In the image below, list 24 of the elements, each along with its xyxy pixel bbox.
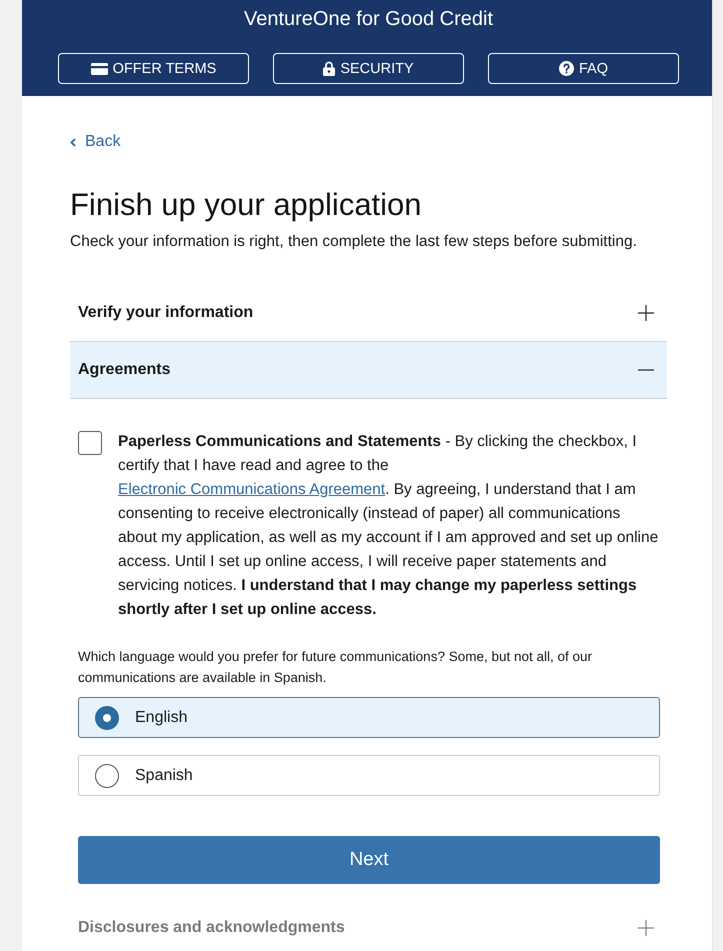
help-icon <box>558 61 574 76</box>
nav-button[interactable]: OFFER TERMS <box>58 53 249 84</box>
radio-button[interactable] <box>95 706 119 730</box>
language-option[interactable]: English <box>78 697 660 738</box>
consent-text: Paperless Communications and Statements - By clicking the checkbox, I certify that I have read and agree to the Electronic Communications Agreement. By agreeing, I understand that I am consenting to receive electronically (instead of paper) all communications about my application, as well as my account if I am approved and set up online access. Until I set up online access, I will receive paper statements and servicing notices. I understand that I may change my paperless settings shortly after I set up online access. <box>118 432 660 620</box>
next-button[interactable]: Next <box>78 836 660 884</box>
language-option[interactable]: Spanish <box>78 755 660 796</box>
credit-card-icon <box>90 62 108 74</box>
agreement-link[interactable]: Electronic Communications Agreement <box>118 481 386 498</box>
nav-button[interactable]: SECURITY <box>273 53 464 84</box>
lock-icon <box>323 61 336 76</box>
language-question: Which language would you prefer for future communications? Some, but not all, of our communications are available in Spanish. <box>78 648 594 687</box>
minus-icon <box>638 369 654 371</box>
page-heading: Finish up your application <box>70 187 423 223</box>
plus-icon <box>638 920 654 936</box>
chevron-left-icon <box>70 138 76 146</box>
radio-button[interactable] <box>95 764 119 788</box>
nav-button[interactable]: FAQ <box>488 53 679 84</box>
page-subtitle: Check your information is right, then complete the last few steps before submitting. <box>70 232 638 252</box>
plus-icon <box>638 305 654 321</box>
accordion-header[interactable]: Agreements <box>70 342 667 399</box>
checkbox[interactable] <box>78 431 102 455</box>
header-title: VentureOne for Good Credit <box>242 7 494 32</box>
back-link[interactable]: Back <box>70 132 121 152</box>
